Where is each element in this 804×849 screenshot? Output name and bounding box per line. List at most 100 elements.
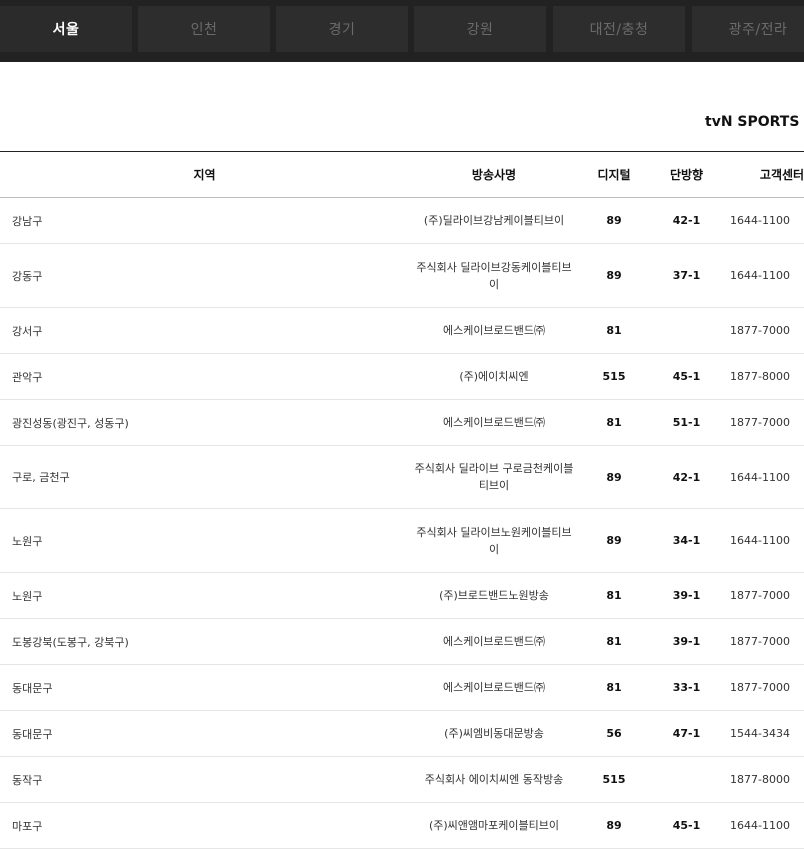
cell-region: 동대문구 xyxy=(0,664,409,711)
table-row: 광진성동(광진구, 성동구) 에스케이브로드밴드㈜ 81 51-1 1877-7… xyxy=(0,399,804,446)
cell-company: 주식회사 딜라이브 구로금천케이블티브이 xyxy=(409,445,579,509)
table-row: 동작구 주식회사 에이치씨엔 동작방송 515 1877-8000 xyxy=(0,756,804,803)
cell-company: 주식회사 딜라이브노원케이블티브이 xyxy=(409,508,579,573)
cell-one-way: 42-1 xyxy=(649,197,724,244)
cell-region: 구로, 금천구 xyxy=(0,445,409,509)
cell-phone: 1644-1100 xyxy=(724,243,804,308)
cell-company: (주)브로드밴드노원방송 xyxy=(409,572,579,619)
cell-region: 동작구 xyxy=(0,756,409,803)
cell-phone: 1877-7000 xyxy=(724,664,804,711)
company-name: (주)딜라이브강남케이블티브이 xyxy=(423,214,565,227)
cell-one-way: 39-1 xyxy=(649,618,724,665)
company-name: (주)브로드밴드노원방송 xyxy=(439,589,549,602)
company-name: 주식회사 딜라이브강동케이블티브이 xyxy=(416,260,572,291)
cell-one-way xyxy=(649,756,724,803)
tab-gyeonggi[interactable]: 경기 xyxy=(276,6,408,52)
cell-digital: 89 xyxy=(579,445,649,509)
cell-digital: 89 xyxy=(579,802,649,849)
header-region: 지역 xyxy=(0,151,409,198)
cell-company: (주)씨앤앰마포케이블티브이 xyxy=(409,802,579,849)
cell-digital: 81 xyxy=(579,307,649,354)
company-name: 주식회사 딜라이브노원케이블티브이 xyxy=(416,525,572,556)
company-name: 에스케이브로드밴드㈜ xyxy=(442,416,546,429)
cell-phone: 1877-7000 xyxy=(724,307,804,354)
company-name: 에스케이브로드밴드㈜ xyxy=(442,324,546,337)
tab-seoul[interactable]: 서울 xyxy=(0,6,132,52)
cell-region: 동대문구 xyxy=(0,710,409,757)
channel-select[interactable]: tvN SPORTS ▼ xyxy=(705,112,804,132)
cell-one-way: 39-1 xyxy=(649,572,724,619)
table-header-row: 지역 방송사명 디지털 단방향 고객센터 xyxy=(0,151,804,198)
region-tab-bar: 서울 인천 경기 강원 대전/충청 광주/전라 xyxy=(0,0,804,62)
cell-digital: 515 xyxy=(579,353,649,400)
table-row: 강남구 (주)딜라이브강남케이블티브이 89 42-1 1644-1100 xyxy=(0,197,804,244)
cell-phone: 1877-7000 xyxy=(724,572,804,619)
cell-phone: 1644-1100 xyxy=(724,197,804,244)
table-row: 마포구 (주)씨앤앰마포케이블티브이 89 45-1 1644-1100 xyxy=(0,802,804,849)
company-name: (주)에이치씨엔 xyxy=(459,370,529,383)
cell-phone: 1877-7000 xyxy=(724,399,804,446)
cell-phone: 1877-8000 xyxy=(724,756,804,803)
cell-region: 마포구 xyxy=(0,802,409,849)
table-row: 강서구 에스케이브로드밴드㈜ 81 1877-7000 xyxy=(0,307,804,354)
company-name: 주식회사 에이치씨엔 동작방송 xyxy=(424,773,564,786)
channel-select-label: tvN SPORTS xyxy=(705,114,800,130)
cell-company: (주)씨엠비동대문방송 xyxy=(409,710,579,757)
header-service-center: 고객센터 xyxy=(724,151,804,198)
header-digital: 디지털 xyxy=(579,151,649,198)
cell-digital: 56 xyxy=(579,710,649,757)
cell-one-way: 37-1 xyxy=(649,243,724,308)
cell-phone: 1644-1100 xyxy=(724,802,804,849)
header-one-way: 단방향 xyxy=(649,151,724,198)
company-name: (주)씨앤앰마포케이블티브이 xyxy=(428,819,560,832)
cell-company: (주)딜라이브강남케이블티브이 xyxy=(409,197,579,244)
table-row: 노원구 (주)브로드밴드노원방송 81 39-1 1877-7000 xyxy=(0,572,804,619)
table-row: 강동구 주식회사 딜라이브강동케이블티브이 89 37-1 1644-1100 xyxy=(0,243,804,308)
cell-phone: 1544-3434 xyxy=(724,710,804,757)
cell-one-way xyxy=(649,307,724,354)
cell-phone: 1877-8000 xyxy=(724,353,804,400)
cell-company: 주식회사 에이치씨엔 동작방송 xyxy=(409,756,579,803)
cell-region: 노원구 xyxy=(0,508,409,573)
cell-one-way: 33-1 xyxy=(649,664,724,711)
table-row: 노원구 주식회사 딜라이브노원케이블티브이 89 34-1 1644-1100 xyxy=(0,508,804,573)
cell-region: 강동구 xyxy=(0,243,409,308)
header-company: 방송사명 xyxy=(409,151,579,198)
cell-digital: 89 xyxy=(579,243,649,308)
cell-one-way: 47-1 xyxy=(649,710,724,757)
tab-daejeon-chungcheong[interactable]: 대전/충청 xyxy=(553,6,685,52)
table-row: 구로, 금천구 주식회사 딜라이브 구로금천케이블티브이 89 42-1 164… xyxy=(0,445,804,509)
cell-phone: 1877-7000 xyxy=(724,618,804,665)
tab-gwangju-jeolla[interactable]: 광주/전라 xyxy=(692,6,804,52)
cell-company: 에스케이브로드밴드㈜ xyxy=(409,664,579,711)
table-row: 동대문구 에스케이브로드밴드㈜ 81 33-1 1877-7000 xyxy=(0,664,804,711)
table-row: 동대문구 (주)씨엠비동대문방송 56 47-1 1544-3434 xyxy=(0,710,804,757)
cell-phone: 1644-1100 xyxy=(724,445,804,509)
cell-digital: 81 xyxy=(579,618,649,665)
cell-company: 에스케이브로드밴드㈜ xyxy=(409,399,579,446)
cell-one-way: 45-1 xyxy=(649,353,724,400)
cell-region: 강서구 xyxy=(0,307,409,354)
cell-company: 에스케이브로드밴드㈜ xyxy=(409,307,579,354)
broadcaster-table: 지역 방송사명 디지털 단방향 고객센터 강남구 (주)딜라이브강남케이블티브이… xyxy=(0,151,804,849)
cell-region: 광진성동(광진구, 성동구) xyxy=(0,399,409,446)
cell-region: 강남구 xyxy=(0,197,409,244)
company-name: 에스케이브로드밴드㈜ xyxy=(442,635,546,648)
cell-one-way: 45-1 xyxy=(649,802,724,849)
table-row: 관악구 (주)에이치씨엔 515 45-1 1877-8000 xyxy=(0,353,804,400)
tab-incheon[interactable]: 인천 xyxy=(138,6,270,52)
cell-phone: 1644-1100 xyxy=(724,508,804,573)
cell-digital: 81 xyxy=(579,399,649,446)
cell-one-way: 51-1 xyxy=(649,399,724,446)
cell-region: 노원구 xyxy=(0,572,409,619)
cell-company: 주식회사 딜라이브강동케이블티브이 xyxy=(409,243,579,308)
tab-gangwon[interactable]: 강원 xyxy=(414,6,546,52)
company-name: 에스케이브로드밴드㈜ xyxy=(442,681,546,694)
cell-company: (주)에이치씨엔 xyxy=(409,353,579,400)
company-name: (주)씨엠비동대문방송 xyxy=(444,727,544,740)
cell-region: 도봉강북(도봉구, 강북구) xyxy=(0,618,409,665)
cell-company: 에스케이브로드밴드㈜ xyxy=(409,618,579,665)
cell-digital: 81 xyxy=(579,572,649,619)
cell-one-way: 42-1 xyxy=(649,445,724,509)
cell-digital: 81 xyxy=(579,664,649,711)
